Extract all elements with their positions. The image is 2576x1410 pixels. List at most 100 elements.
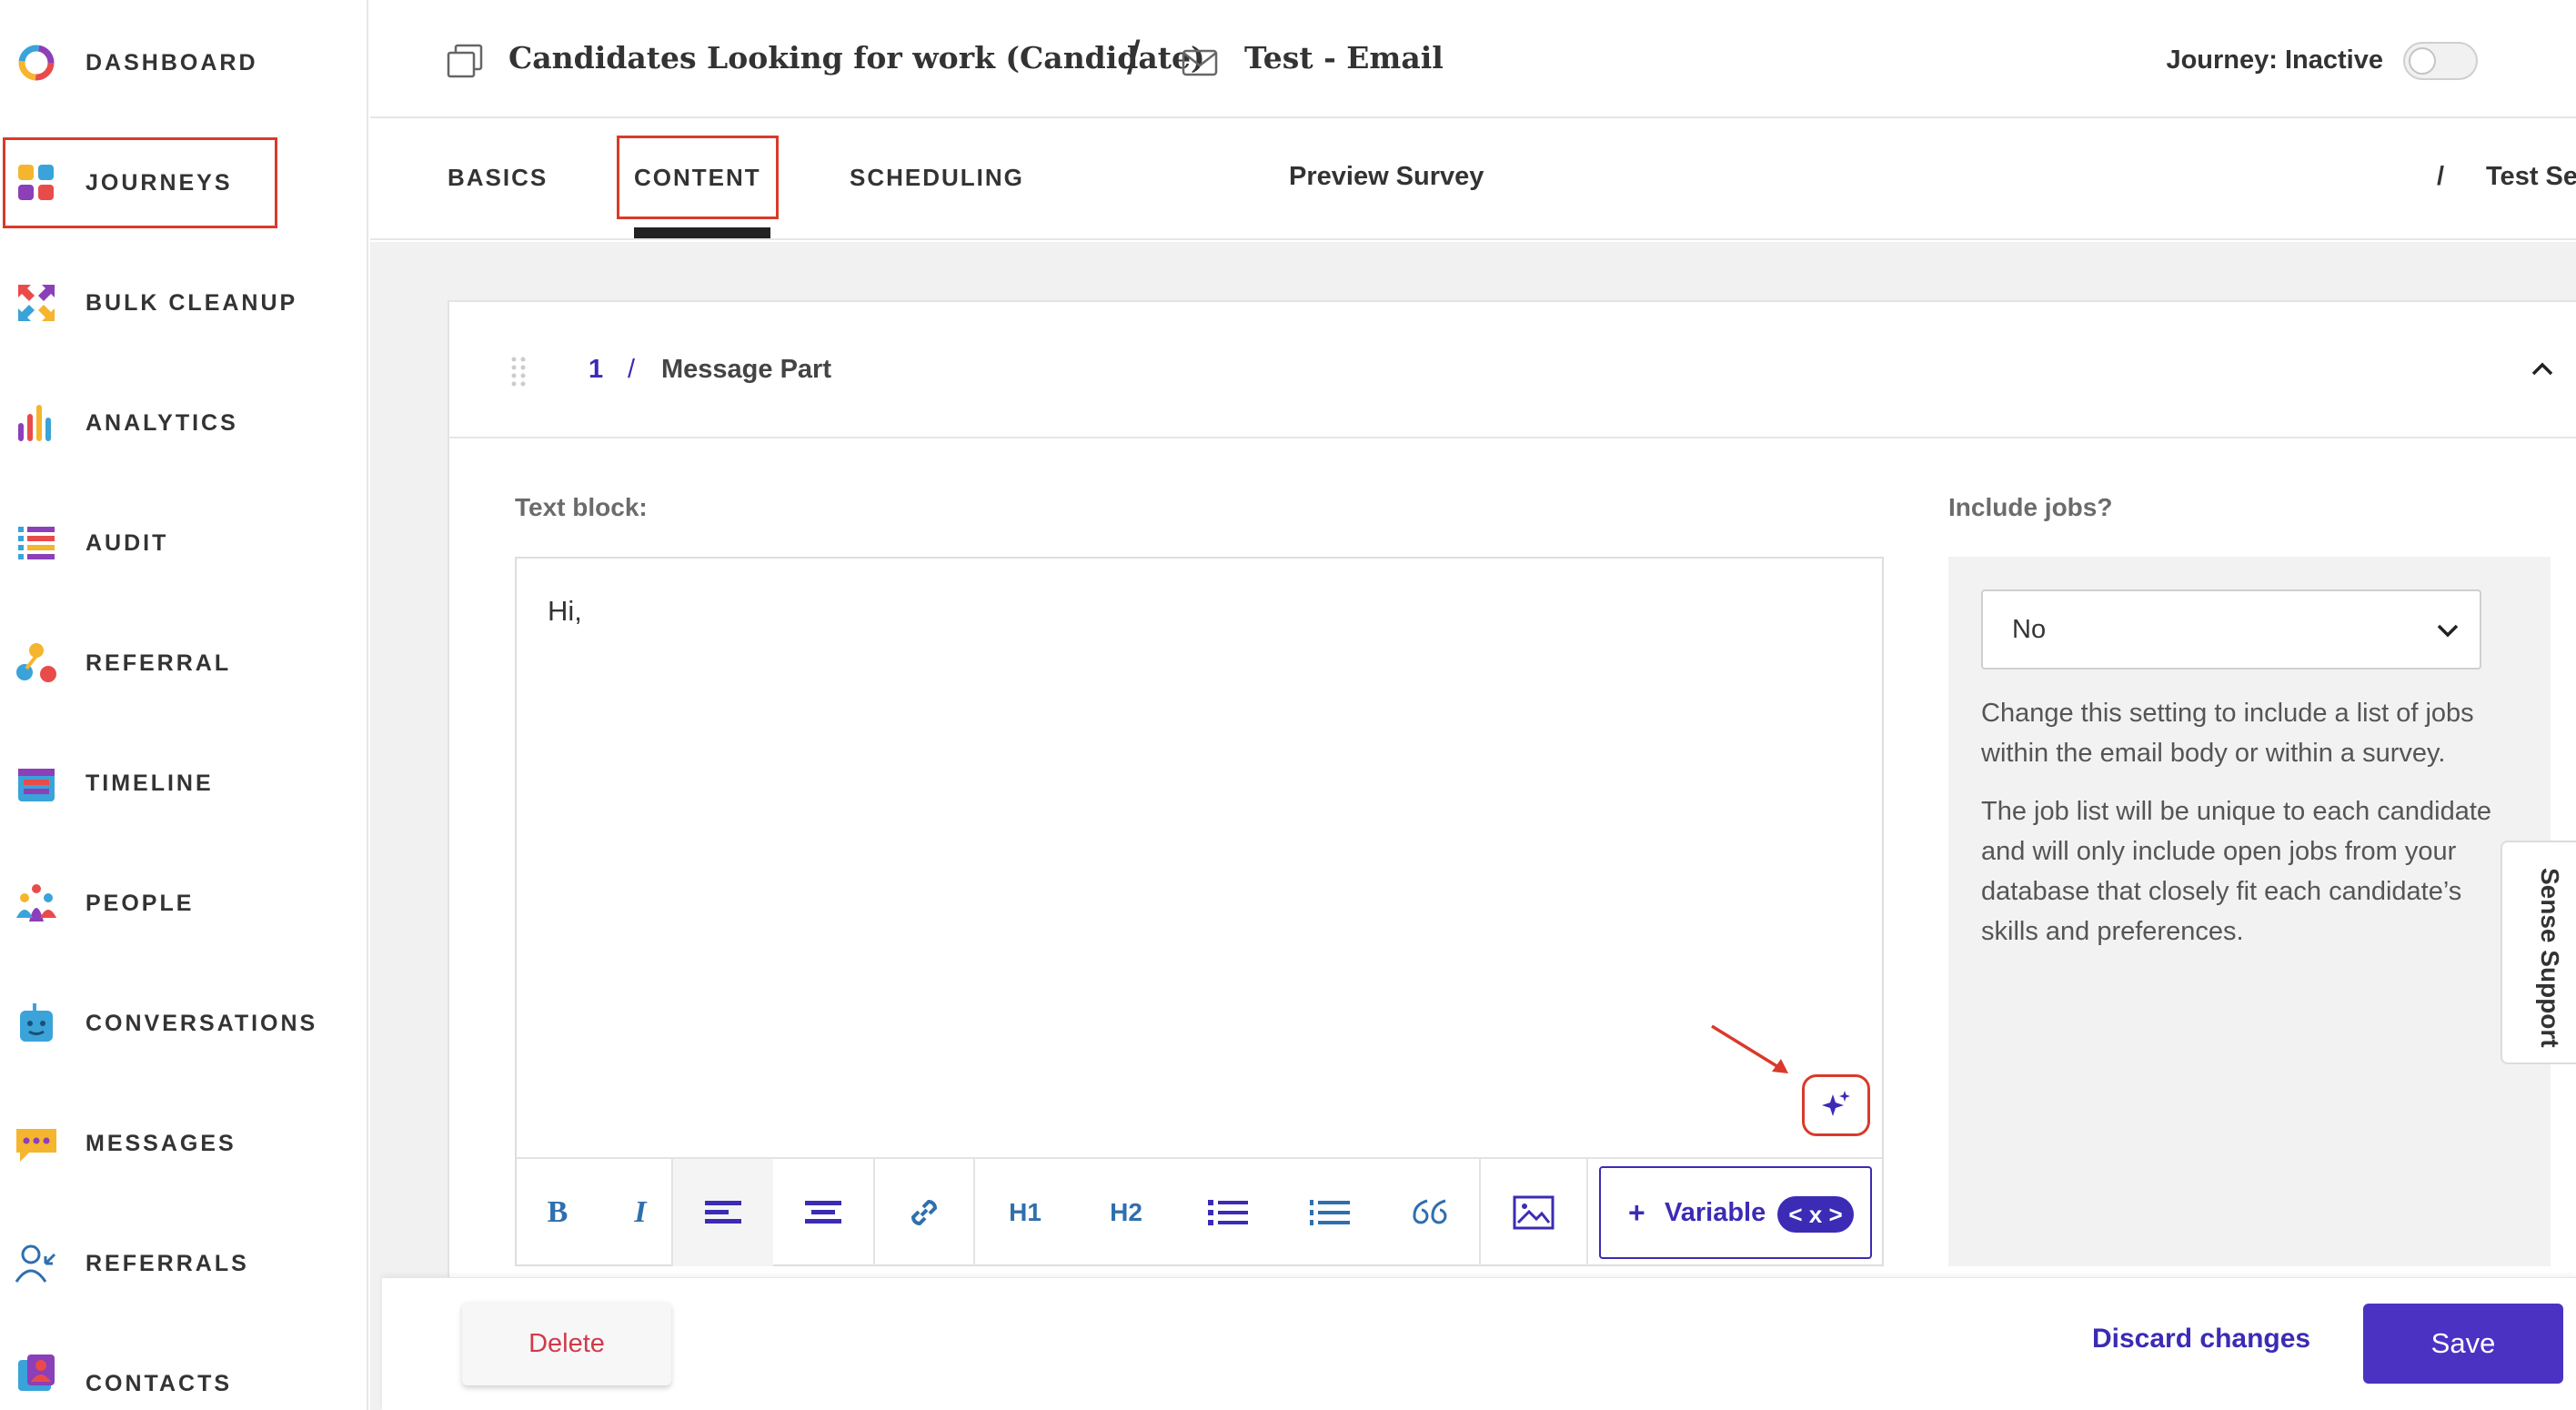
include-jobs-selected-value: No — [2012, 615, 2047, 644]
tab-right-separator: / — [2437, 162, 2445, 191]
sidebar: DASHBOARD JOURNEYS BULK CLEANUP ANALYTIC… — [0, 0, 368, 1410]
step-title: Test - Email — [1244, 40, 1444, 76]
sidebar-item-referral[interactable]: REFERRAL — [0, 603, 368, 723]
sidebar-item-messages[interactable]: MESSAGES — [0, 1083, 368, 1204]
include-jobs-panel: No Change this setting to include a list… — [1948, 557, 2551, 1266]
sidebar-item-label: CONVERSATIONS — [86, 1010, 318, 1036]
quote-icon — [1413, 1199, 1447, 1224]
timeline-calendar-icon — [18, 769, 55, 801]
editor-content[interactable]: Hi, — [548, 595, 582, 628]
tab-bar: BASICS CONTENT SCHEDULING Preview Survey… — [370, 120, 2576, 240]
include-jobs-label: Include jobs? — [1948, 493, 2113, 521]
content-area: 1 / Message Part Text block: Hi, B I H1 … — [370, 242, 2576, 1410]
drag-handle-icon[interactable] — [509, 355, 528, 388]
envelope-icon — [1182, 49, 1218, 76]
sidebar-item-audit[interactable]: AUDIT — [0, 483, 368, 603]
sidebar-item-label: AUDIT — [86, 529, 169, 556]
image-icon — [1513, 1195, 1555, 1230]
chevron-up-icon[interactable] — [2531, 360, 2554, 377]
sidebar-item-contacts[interactable]: CONTACTS — [0, 1324, 368, 1410]
journey-active-toggle[interactable] — [2403, 42, 2478, 80]
annotation-arrow — [1711, 1024, 1788, 1073]
numbered-list-button[interactable] — [1279, 1159, 1381, 1266]
message-part-title: Message Part — [661, 355, 831, 384]
contacts-icon — [18, 1355, 55, 1391]
sidebar-item-people[interactable]: PEOPLE — [0, 843, 368, 963]
toggle-knob — [2409, 47, 2436, 75]
align-center-button[interactable] — [773, 1159, 873, 1266]
breadcrumb-separator: / — [1127, 32, 1141, 85]
numbered-list-icon — [1310, 1200, 1350, 1225]
ai-assist-button[interactable] — [1802, 1074, 1870, 1136]
heading-2-button[interactable]: H2 — [1075, 1159, 1177, 1266]
discard-changes-button[interactable]: Discard changes — [2092, 1324, 2310, 1355]
sidebar-item-dashboard[interactable]: DASHBOARD — [0, 3, 368, 123]
preview-survey-link[interactable]: Preview Survey — [1289, 162, 1484, 192]
sidebar-item-label: MESSAGES — [86, 1130, 236, 1156]
variable-label: Variable — [1665, 1197, 1766, 1227]
sidebar-item-referrals[interactable]: REFERRALS — [0, 1204, 368, 1324]
journey-title[interactable]: Candidates Looking for work (Candidate) — [508, 40, 1205, 76]
include-jobs-select[interactable]: No — [1981, 589, 2481, 670]
text-block-editor[interactable]: Hi, B I H1 H2 + Variable < x > — [515, 557, 1884, 1266]
sidebar-item-analytics[interactable]: ANALYTICS — [0, 363, 368, 483]
save-button[interactable]: Save — [2363, 1304, 2563, 1384]
sidebar-item-conversations[interactable]: CONVERSATIONS — [0, 963, 368, 1083]
link-icon — [911, 1199, 938, 1226]
referral-dots-icon — [16, 643, 56, 682]
quote-button[interactable] — [1381, 1159, 1479, 1266]
chevron-down-icon — [2437, 624, 2459, 638]
image-button[interactable] — [1481, 1159, 1586, 1266]
test-send-link[interactable]: Test Se — [2486, 162, 2576, 192]
analytics-bars-icon — [18, 405, 51, 441]
conversations-robot-icon — [20, 1003, 53, 1042]
messages-bubble-icon — [16, 1129, 56, 1162]
referrals-person-icon — [15, 1244, 56, 1283]
sense-support-label: Sense Support — [2536, 868, 2564, 1048]
sidebar-item-label: CONTACTS — [86, 1371, 233, 1396]
include-jobs-help-2: The job list will be unique to each cand… — [1981, 797, 2492, 946]
variable-chip: < x > — [1777, 1196, 1854, 1233]
align-left-button[interactable] — [673, 1159, 773, 1266]
editor-toolbar: B I H1 H2 + Variable < x > — [517, 1157, 1882, 1266]
sidebar-item-label: TIMELINE — [86, 770, 214, 796]
sense-support-tab[interactable]: Sense Support — [2501, 841, 2576, 1064]
sidebar-item-timeline[interactable]: TIMELINE — [0, 723, 368, 843]
heading-1-button[interactable]: H1 — [975, 1159, 1075, 1266]
bullet-list-icon — [1208, 1200, 1248, 1225]
message-part-separator: / — [628, 355, 636, 384]
delete-button[interactable]: Delete — [462, 1302, 671, 1385]
sidebar-item-bulk-cleanup[interactable]: BULK CLEANUP — [0, 243, 368, 363]
journeys-highlight-box — [3, 137, 277, 228]
tab-basics[interactable]: BASICS — [448, 164, 548, 192]
content-tab-highlight-box — [617, 136, 779, 219]
text-block-label: Text block: — [515, 493, 648, 521]
sidebar-item-label: DASHBOARD — [86, 49, 258, 76]
sidebar-item-label: REFERRALS — [86, 1250, 249, 1276]
sidebar-item-label: BULK CLEANUP — [86, 289, 298, 316]
bold-button[interactable]: B — [517, 1159, 599, 1266]
audit-list-icon — [18, 527, 55, 559]
copy-pages-icon — [447, 44, 483, 78]
sparkle-icon — [1821, 1091, 1850, 1116]
include-jobs-help-1: Change this setting to include a list of… — [1981, 699, 2474, 768]
journey-status-label: Journey: Inactive — [2166, 45, 2383, 75]
align-left-icon — [705, 1201, 741, 1224]
align-center-icon — [805, 1201, 841, 1224]
journey-header: Candidates Looking for work (Candidate) … — [370, 4, 2576, 118]
dashboard-ring-icon — [18, 45, 55, 81]
message-part-card: 1 / Message Part Text block: Hi, B I H1 … — [448, 300, 2576, 1410]
message-part-header[interactable]: 1 / Message Part — [449, 302, 2576, 438]
link-button[interactable] — [875, 1159, 973, 1266]
active-tab-indicator — [634, 227, 770, 238]
plus-icon: + — [1628, 1195, 1645, 1229]
bullet-list-button[interactable] — [1177, 1159, 1279, 1266]
sidebar-item-label: REFERRAL — [86, 650, 232, 676]
italic-button[interactable]: I — [599, 1159, 682, 1266]
insert-variable-button[interactable]: + Variable < x > — [1599, 1166, 1872, 1259]
sidebar-item-label: ANALYTICS — [86, 409, 238, 436]
people-group-icon — [16, 884, 56, 922]
sidebar-item-label: PEOPLE — [86, 890, 195, 916]
bulk-cleanup-arrows-icon — [18, 285, 55, 321]
tab-scheduling[interactable]: SCHEDULING — [850, 164, 1024, 192]
